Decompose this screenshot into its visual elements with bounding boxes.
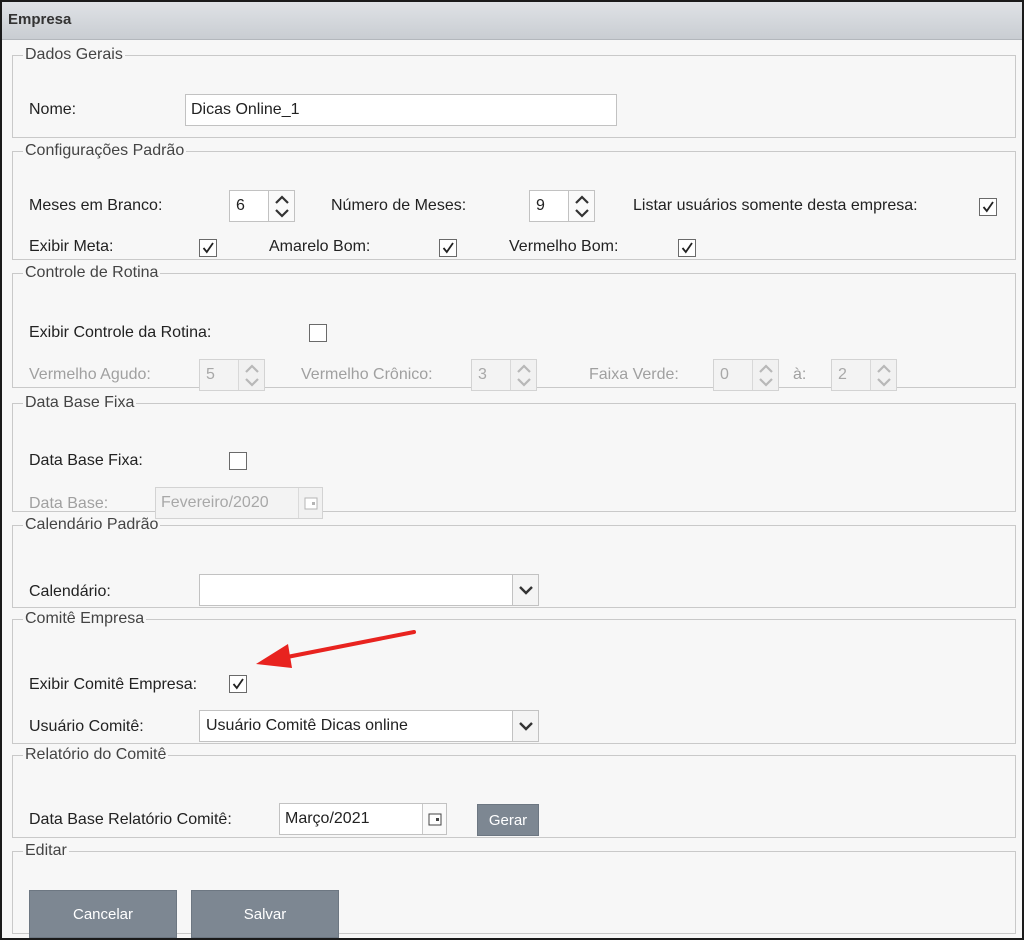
vermelho-bom-label: Vermelho Bom: [509,238,619,255]
numero-meses-value: 9 [536,197,545,214]
numero-meses-label: Número de Meses: [331,197,467,214]
data-base-input[interactable]: Fevereiro/2020 [155,487,323,519]
vermelho-bom-checkbox[interactable] [678,239,696,257]
calendar-icon[interactable] [422,804,446,834]
exibir-meta-checkbox[interactable] [199,239,217,257]
comite-empresa-group: Comitê Empresa Exibir Comitê Empresa: Us… [12,610,1016,744]
vermelho-agudo-label: Vermelho Agudo: [29,366,151,383]
spin-arrows [568,191,594,221]
listar-usuarios-checkbox[interactable] [979,198,997,216]
checkmark-icon [681,242,693,254]
relatorio-comite-legend: Relatório do Comitê [25,746,167,763]
faixa-verde-label: Faixa Verde: [589,366,679,383]
editar-group: Editar Cancelar Salvar [12,842,1016,938]
spin-up-icon[interactable] [756,361,776,375]
meses-branco-label: Meses em Branco: [29,197,163,214]
listar-usuarios-label: Listar usuários somente desta empresa: [633,197,918,214]
exibir-meta-label: Exibir Meta: [29,238,114,255]
spin-down-icon[interactable] [756,375,776,389]
spin-down-icon[interactable] [572,206,592,220]
empresa-window: Empresa Dados Gerais Nome: Dicas Online_… [0,0,1024,940]
spin-up-icon[interactable] [572,192,592,206]
relatorio-comite-group: Relatório do Comitê Data Base Relatório … [12,746,1016,838]
data-base-relatorio-value: Março/2021 [285,810,370,827]
nome-input[interactable]: Dicas Online_1 [185,94,617,126]
nome-label: Nome: [29,101,77,118]
exibir-comite-label: Exibir Comitê Empresa: [29,676,198,693]
vermelho-cronico-value: 3 [478,366,487,383]
calendario-select[interactable] [199,574,539,606]
vermelho-cronico-label: Vermelho Crônico: [301,366,433,383]
salvar-button[interactable]: Salvar [191,890,339,938]
cancelar-button[interactable]: Cancelar [29,890,177,938]
vermelho-agudo-value: 5 [206,366,215,383]
checkmark-icon [442,242,454,254]
data-base-value: Fevereiro/2020 [161,494,269,511]
dados-gerais-legend: Dados Gerais [25,46,123,63]
vermelho-agudo-spinner[interactable]: 5 [199,359,265,391]
data-base-relatorio-label: Data Base Relatório Comitê: [29,811,232,828]
spin-arrows [870,360,896,390]
exibir-comite-checkbox[interactable] [229,675,247,693]
checkmark-icon [232,678,244,690]
faixa-verde-to-label: à: [793,366,807,383]
data-base-fixa-label: Data Base Fixa: [29,452,143,469]
data-base-fixa-checkbox[interactable] [229,452,247,470]
spin-arrows [752,360,778,390]
spin-up-icon[interactable] [874,361,894,375]
controle-rotina-group: Controle de Rotina Exibir Controle da Ro… [12,264,1016,391]
calendar-icon[interactable] [298,488,322,518]
usuario-comite-select[interactable]: Usuário Comitê Dicas online [199,710,539,742]
amarelo-bom-checkbox[interactable] [439,239,457,257]
dados-gerais-group: Dados Gerais Nome: Dicas Online_1 [12,46,1016,138]
config-padrao-legend: Configurações Padrão [25,142,185,159]
calendario-padrao-group: Calendário Padrão Calendário: [12,516,1016,608]
exibir-controle-checkbox[interactable] [309,324,327,342]
spin-up-icon[interactable] [514,361,534,375]
chevron-down-icon[interactable] [512,711,538,741]
calendario-label: Calendário: [29,583,111,600]
faixa-verde-from-spinner[interactable]: 0 [713,359,779,391]
data-base-fixa-group: Data Base Fixa Data Base Fixa: Data Base… [12,394,1016,519]
data-base-label: Data Base: [29,495,109,512]
usuario-comite-value: Usuário Comitê Dicas online [206,717,408,734]
spin-down-icon[interactable] [242,375,262,389]
faixa-verde-from-value: 0 [720,366,729,383]
chevron-down-icon[interactable] [512,575,538,605]
checkmark-icon [982,201,994,213]
faixa-verde-to-value: 2 [838,366,847,383]
vermelho-cronico-spinner[interactable]: 3 [471,359,537,391]
checkmark-icon [202,242,214,254]
meses-branco-value: 6 [236,197,245,214]
faixa-verde-to-spinner[interactable]: 2 [831,359,897,391]
spin-arrows [268,191,294,221]
editar-legend: Editar [25,842,67,859]
amarelo-bom-label: Amarelo Bom: [269,238,371,255]
config-padrao-group: Configurações Padrão Meses em Branco: 6 … [12,142,1016,260]
gerar-button[interactable]: Gerar [477,804,539,836]
window-title: Empresa [2,2,1022,40]
data-base-relatorio-input[interactable]: Março/2021 [279,803,447,835]
usuario-comite-label: Usuário Comitê: [29,718,144,735]
exibir-controle-label: Exibir Controle da Rotina: [29,324,212,341]
red-arrow [256,630,416,668]
spin-down-icon[interactable] [874,375,894,389]
calendario-padrao-legend: Calendário Padrão [25,516,159,533]
spin-arrows [510,360,536,390]
controle-rotina-legend: Controle de Rotina [25,264,159,281]
spin-up-icon[interactable] [242,361,262,375]
numero-meses-spinner[interactable]: 9 [529,190,595,222]
spin-up-icon[interactable] [272,192,292,206]
spin-down-icon[interactable] [272,206,292,220]
comite-empresa-legend: Comitê Empresa [25,610,145,627]
spin-arrows [238,360,264,390]
data-base-fixa-legend: Data Base Fixa [25,394,135,411]
meses-branco-spinner[interactable]: 6 [229,190,295,222]
spin-down-icon[interactable] [514,375,534,389]
